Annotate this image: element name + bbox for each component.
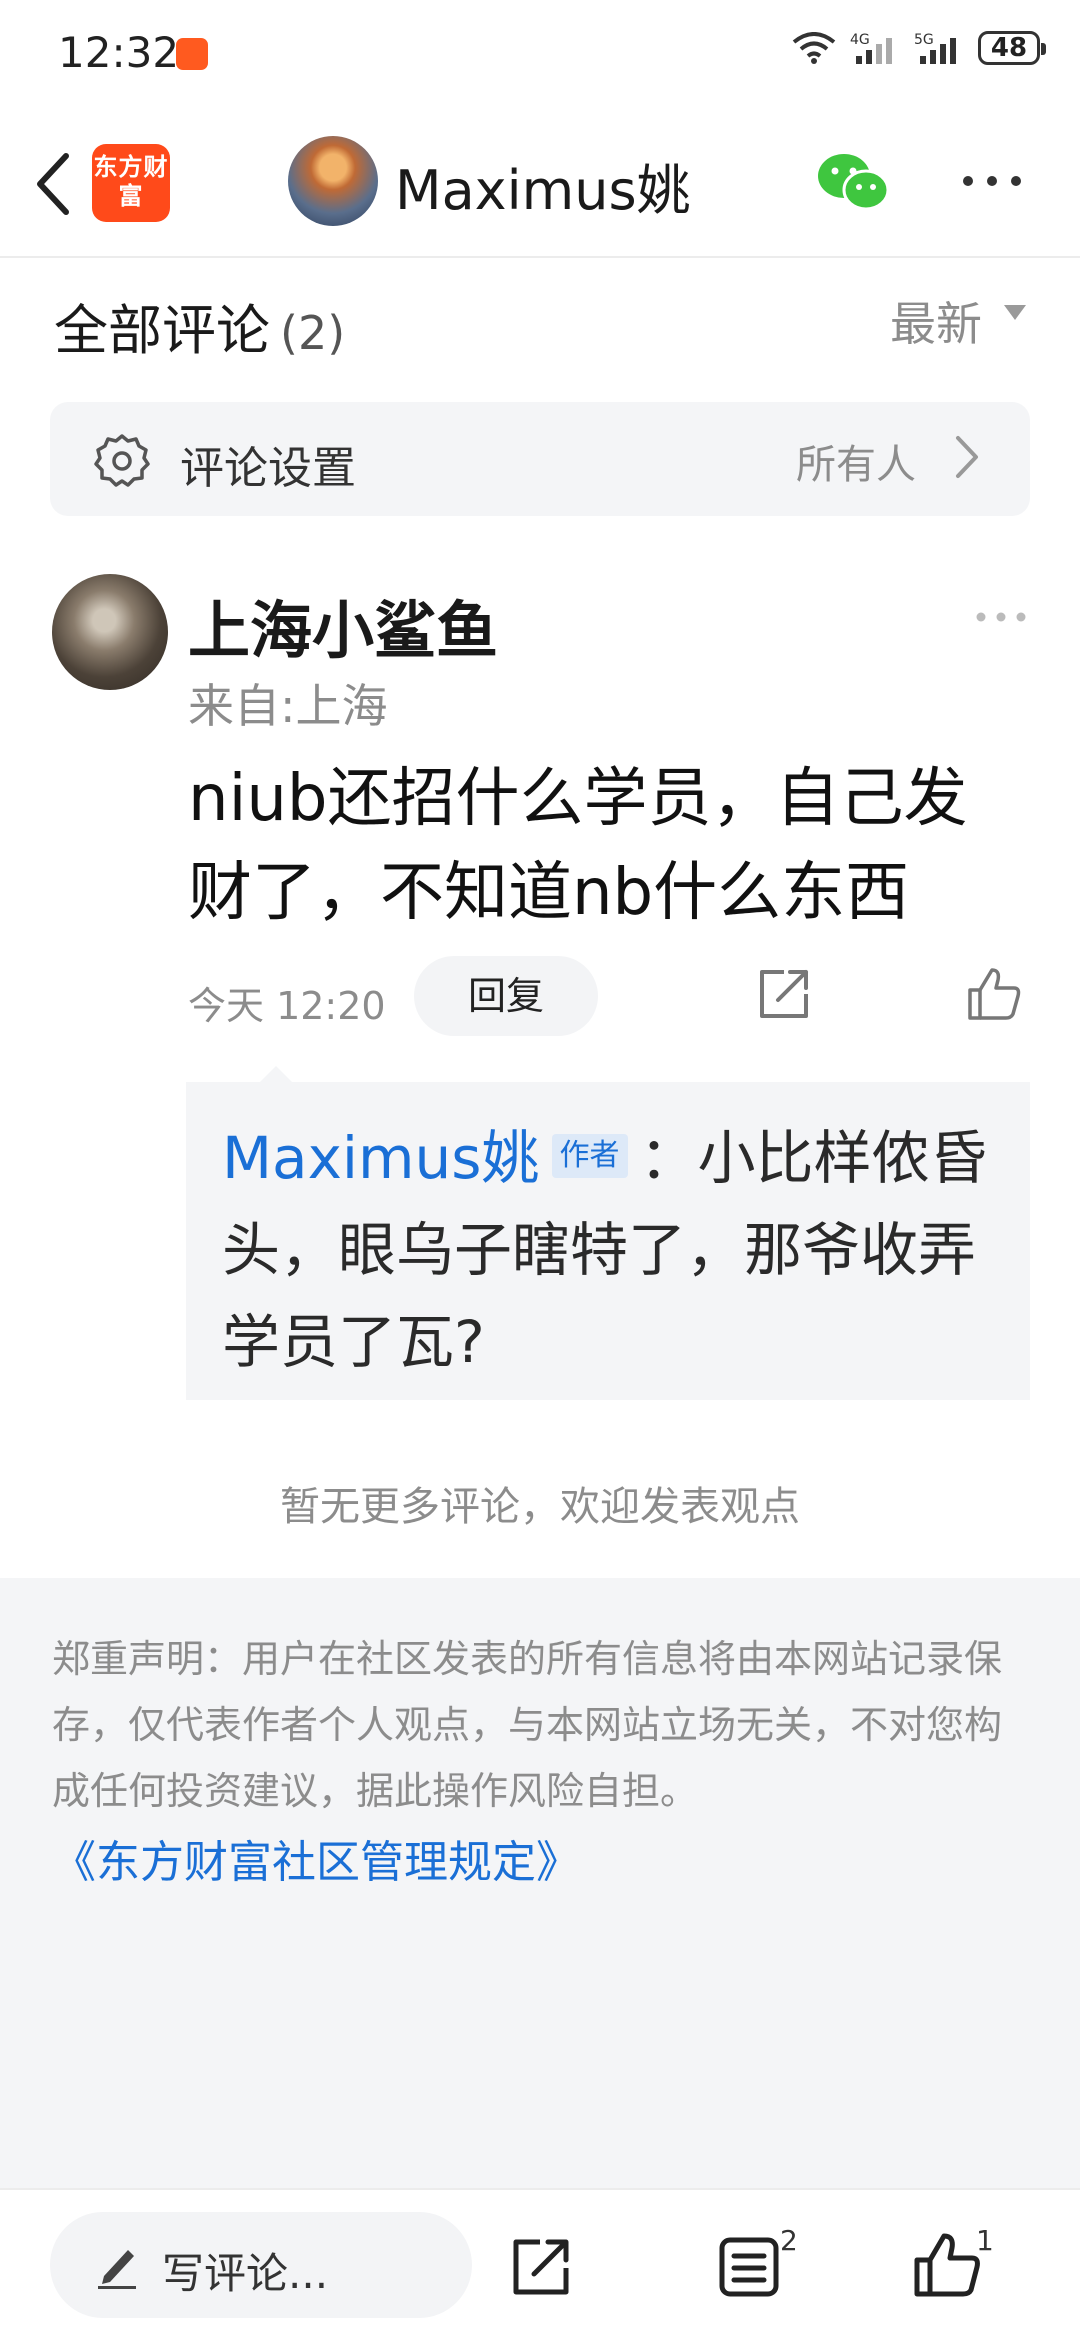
top-nav-bar: 东方财富 Maximus姚 [0,110,1080,258]
reply-content: Maximus姚 作者 ：小比样侬昏头，眼乌子瞎特了，那爷收弄学员了瓦? [222,1112,1012,1388]
svg-text:4G: 4G [850,32,870,48]
comment-text: niub还招什么学员，自己发财了，不知道nb什么东西 [188,762,968,930]
comment-placeholder: 写评论... [162,2249,329,2298]
no-more-comments: 暂无更多评论，欢迎发表观点 [280,1484,800,1530]
comment-settings-row[interactable]: 评论设置 所有人 [50,402,1030,516]
signal-4g-icon: 4G [850,32,892,64]
svg-text:5G: 5G [914,32,934,48]
write-comment-input[interactable]: 写评论... [50,2212,472,2318]
section-title: 全部评论 (2) [54,286,345,365]
commenter-avatar[interactable] [52,574,168,690]
like-icon[interactable] [966,966,1022,1022]
page-title[interactable]: Maximus姚 [395,146,691,225]
gear-icon [94,434,150,487]
author-avatar[interactable] [288,136,378,226]
caret-down-icon[interactable] [1004,305,1026,320]
reply-pointer [260,1066,292,1082]
reply-button[interactable]: 回复 [414,956,598,1036]
share-icon[interactable] [508,2234,574,2300]
wifi-icon [792,32,836,64]
status-time: 12:32 [58,28,180,77]
comment-time: 今天 12:20 [188,984,386,1028]
status-bar: 12:32 4G 5G 48 [0,0,1080,105]
section-title-text: 全部评论 [54,299,270,362]
battery-icon: 48 [978,31,1046,65]
wechat-icon[interactable] [816,150,890,214]
community-rules-link[interactable]: 《东方财富社区管理规定》 [52,1826,580,1890]
like-count-badge: 1 [976,2224,994,2257]
reply-author-name[interactable]: Maximus姚 [222,1124,540,1192]
author-badge: 作者 [551,1133,628,1178]
comment-count: (2) [280,306,346,360]
disclaimer-text: 郑重声明：用户在社区发表的所有信息将由本网站记录保存，仅代表作者个人观点，与本网… [52,1637,1003,1813]
disclaimer-area: 郑重声明：用户在社区发表的所有信息将由本网站记录保存，仅代表作者个人观点，与本网… [0,1578,1080,2188]
chevron-right-icon [956,436,978,478]
settings-label: 评论设置 [180,443,356,494]
brand-logo[interactable]: 东方财富 [92,144,170,222]
bottom-bar: 写评论... 2 1 [0,2188,1080,2342]
commenter-location: 来自:上海 [188,679,388,733]
signal-5g-icon: 5G [914,32,956,64]
more-options-icon[interactable] [960,166,1024,196]
notification-icon [176,38,208,70]
status-icons: 4G 5G 48 [792,30,1046,66]
comments-count-badge: 2 [780,2224,798,2257]
pencil-icon [98,2250,136,2289]
reply-box: Maximus姚 作者 ：小比样侬昏头，眼乌子瞎特了，那爷收弄学员了瓦? [186,1082,1030,1400]
comment-more-icon[interactable] [975,610,1027,624]
back-icon[interactable] [26,146,86,222]
share-icon[interactable] [756,966,812,1022]
sort-dropdown[interactable]: 最新 [890,288,982,354]
commenter-name[interactable]: 上海小鲨鱼 [188,580,498,670]
thumbs-up-icon[interactable] [912,2230,982,2300]
comments-list-icon[interactable] [716,2234,782,2300]
settings-value: 所有人 [796,442,916,488]
